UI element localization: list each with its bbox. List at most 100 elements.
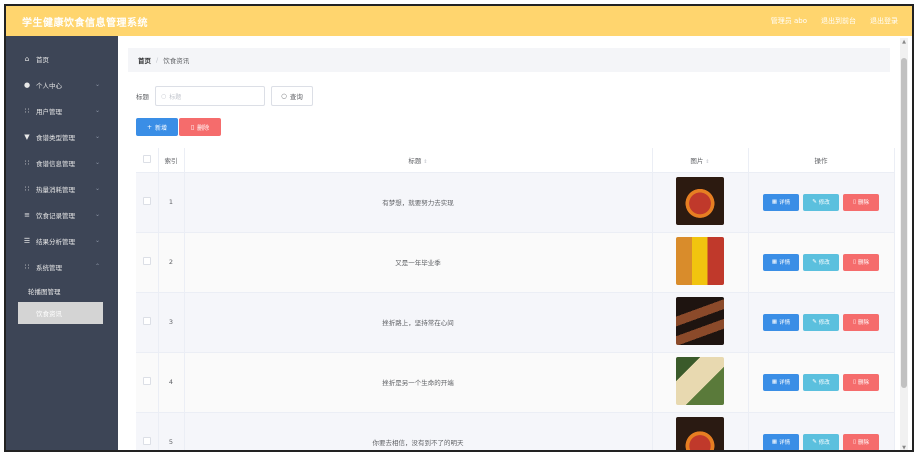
chevron-down-icon: ⌄ (94, 81, 100, 88)
sidebar-item-system[interactable]: ∷ 系统管理 ⌃ (6, 254, 118, 280)
search-label: 标题 (136, 93, 149, 101)
chevron-down-icon: ⌄ (94, 159, 100, 166)
detail-button[interactable]: ▦ 详情 (763, 373, 799, 391)
sidebar-item-calorie[interactable]: ∷ 热量消耗管理 ⌄ (6, 176, 118, 202)
delete-button-label: 删除 (197, 124, 210, 132)
food-image[interactable] (676, 417, 724, 450)
top-right-links: 管理员 abo 退出到前台 退出登录 (771, 16, 898, 26)
edit-button[interactable]: ✎ 修改 (803, 433, 839, 450)
header-index: 索引 (158, 148, 185, 173)
edit-label: 修改 (818, 260, 830, 266)
table-row: 2 又是一年毕业季 ▦ 详情 ✎ 修改 ▯ 删除 (136, 232, 895, 293)
delete-button[interactable]: ▯ 删除 (843, 253, 879, 271)
edit-button[interactable]: ✎ 修改 (803, 253, 839, 271)
cell-title: 你要去相信，没有到不了的明天 (184, 412, 653, 450)
select-all-checkbox[interactable] (142, 154, 151, 163)
table-row: 5 你要去相信，没有到不了的明天 ▦ 详情 ✎ 修改 ▯ 删除 (136, 412, 895, 450)
news-table: 索引 标题 ⇕ 图片 ⇕ 操作 1 有梦想，就要努力去实现 ▦ 详情 ✎ 修改 ▯ 删除 (136, 148, 895, 450)
food-image[interactable] (676, 297, 724, 345)
delete-label: 删除 (858, 200, 870, 206)
cell-index: 5 (158, 412, 185, 450)
detail-label: 详情 (779, 440, 791, 446)
grid-icon: ∷ (24, 263, 30, 271)
sidebar-item-personal-center[interactable]: ● 个人中心 ⌄ (6, 72, 118, 98)
edit-label: 修改 (818, 320, 830, 326)
detail-button[interactable]: ▦ 详情 (763, 253, 799, 271)
trash-icon: ▯ (852, 319, 856, 325)
detail-button[interactable]: ▦ 详情 (763, 313, 799, 331)
search-icon: ○ (281, 92, 287, 100)
add-button[interactable]: + 新增 (136, 118, 178, 136)
cell-index: 4 (158, 352, 185, 413)
row-checkbox[interactable] (142, 197, 151, 205)
delete-button[interactable]: ▯ 删除 (843, 433, 879, 450)
detail-icon: ▦ (771, 259, 778, 265)
trash-icon: ▯ (852, 379, 856, 385)
logout-link[interactable]: 退出登录 (870, 16, 898, 26)
sidebar-item-label: 个人中心 (36, 82, 62, 90)
trash-icon: ▯ (852, 259, 856, 265)
detail-button[interactable]: ▦ 详情 (763, 433, 799, 450)
delete-label: 删除 (858, 260, 870, 266)
admin-label[interactable]: 管理员 abo (771, 16, 807, 26)
scroll-thumb[interactable] (901, 58, 907, 388)
select-all-cell[interactable] (136, 148, 159, 173)
detail-icon: ▦ (771, 199, 778, 205)
header-image[interactable]: 图片 ⇕ (652, 148, 749, 173)
grid-icon: ∷ (24, 159, 30, 167)
batch-delete-button[interactable]: ▯ 删除 (179, 118, 221, 136)
cell-title: 又是一年毕业季 (184, 232, 653, 293)
food-image[interactable] (676, 237, 724, 285)
detail-icon: ▦ (771, 439, 778, 445)
breadcrumb-separator: / (156, 56, 159, 64)
edit-label: 修改 (818, 200, 830, 206)
grid-icon: ∷ (24, 107, 30, 115)
delete-label: 删除 (858, 380, 870, 386)
edit-button[interactable]: ✎ 修改 (803, 313, 839, 331)
delete-button[interactable]: ▯ 删除 (843, 373, 879, 391)
sidebar-subitem-diet-news[interactable]: 饮食资讯 (18, 302, 103, 324)
sidebar-item-recipe-type[interactable]: ▼ 食谱类型管理 ⌄ (6, 124, 118, 150)
search-button-label: 查询 (289, 93, 303, 101)
header-title[interactable]: 标题 ⇕ (184, 148, 653, 173)
edit-button[interactable]: ✎ 修改 (803, 373, 839, 391)
main-content: 首页 / 饮食资讯 标题 ○ 标题 ○ 查询 + 新增 ▯ 删除 索引 标题 ⇕… (118, 36, 912, 450)
sidebar-item-home[interactable]: ⌂ 首页 (6, 46, 118, 72)
sidebar-subitem-carousel[interactable]: 轮播图管理 (6, 280, 118, 302)
cell-title: 挫折路上，坚持常在心间 (184, 292, 653, 353)
edit-button[interactable]: ✎ 修改 (803, 193, 839, 211)
breadcrumb-home[interactable]: 首页 (138, 55, 151, 65)
search-input[interactable]: ○ 标题 (155, 86, 265, 106)
row-checkbox[interactable] (142, 377, 151, 385)
row-checkbox[interactable] (142, 257, 151, 265)
header-title-label: 标题 (408, 156, 422, 165)
detail-label: 详情 (779, 320, 791, 326)
search-button[interactable]: ○ 查询 (271, 86, 313, 106)
sidebar-item-result-analysis[interactable]: ☰ 结果分析管理 ⌄ (6, 228, 118, 254)
trash-icon: ▯ (852, 439, 856, 445)
page-scrollbar[interactable]: ▲ ▼ (900, 38, 908, 450)
delete-button[interactable]: ▯ 删除 (843, 193, 879, 211)
chevron-down-icon: ⌄ (94, 107, 100, 114)
detail-button[interactable]: ▦ 详情 (763, 193, 799, 211)
delete-button[interactable]: ▯ 删除 (843, 313, 879, 331)
row-checkbox[interactable] (142, 317, 151, 325)
breadcrumb-current: 饮食资讯 (163, 57, 190, 65)
delete-label: 删除 (858, 320, 870, 326)
sidebar-item-recipe-info[interactable]: ∷ 食谱信息管理 ⌄ (6, 150, 118, 176)
food-image[interactable] (676, 177, 724, 225)
header-image-label: 图片 (690, 156, 704, 165)
sort-icon[interactable]: ⇕ (423, 159, 427, 165)
sidebar-item-diet-record[interactable]: ≡ 饮食记录管理 ⌄ (6, 202, 118, 228)
scroll-down-arrow[interactable]: ▼ (900, 444, 908, 450)
edit-icon: ✎ (812, 259, 817, 265)
sidebar-item-label: 食谱类型管理 (36, 134, 75, 142)
table-row: 1 有梦想，就要努力去实现 ▦ 详情 ✎ 修改 ▯ 删除 (136, 172, 895, 233)
exit-to-frontend-link[interactable]: 退出到前台 (821, 16, 856, 26)
sidebar-item-user-management[interactable]: ∷ 用户管理 ⌄ (6, 98, 118, 124)
cell-title: 挫折是另一个生命的开端 (184, 352, 653, 413)
scroll-up-arrow[interactable]: ▲ (900, 38, 908, 46)
sort-icon[interactable]: ⇕ (705, 159, 709, 165)
food-image[interactable] (676, 357, 724, 405)
row-checkbox[interactable] (142, 437, 151, 445)
